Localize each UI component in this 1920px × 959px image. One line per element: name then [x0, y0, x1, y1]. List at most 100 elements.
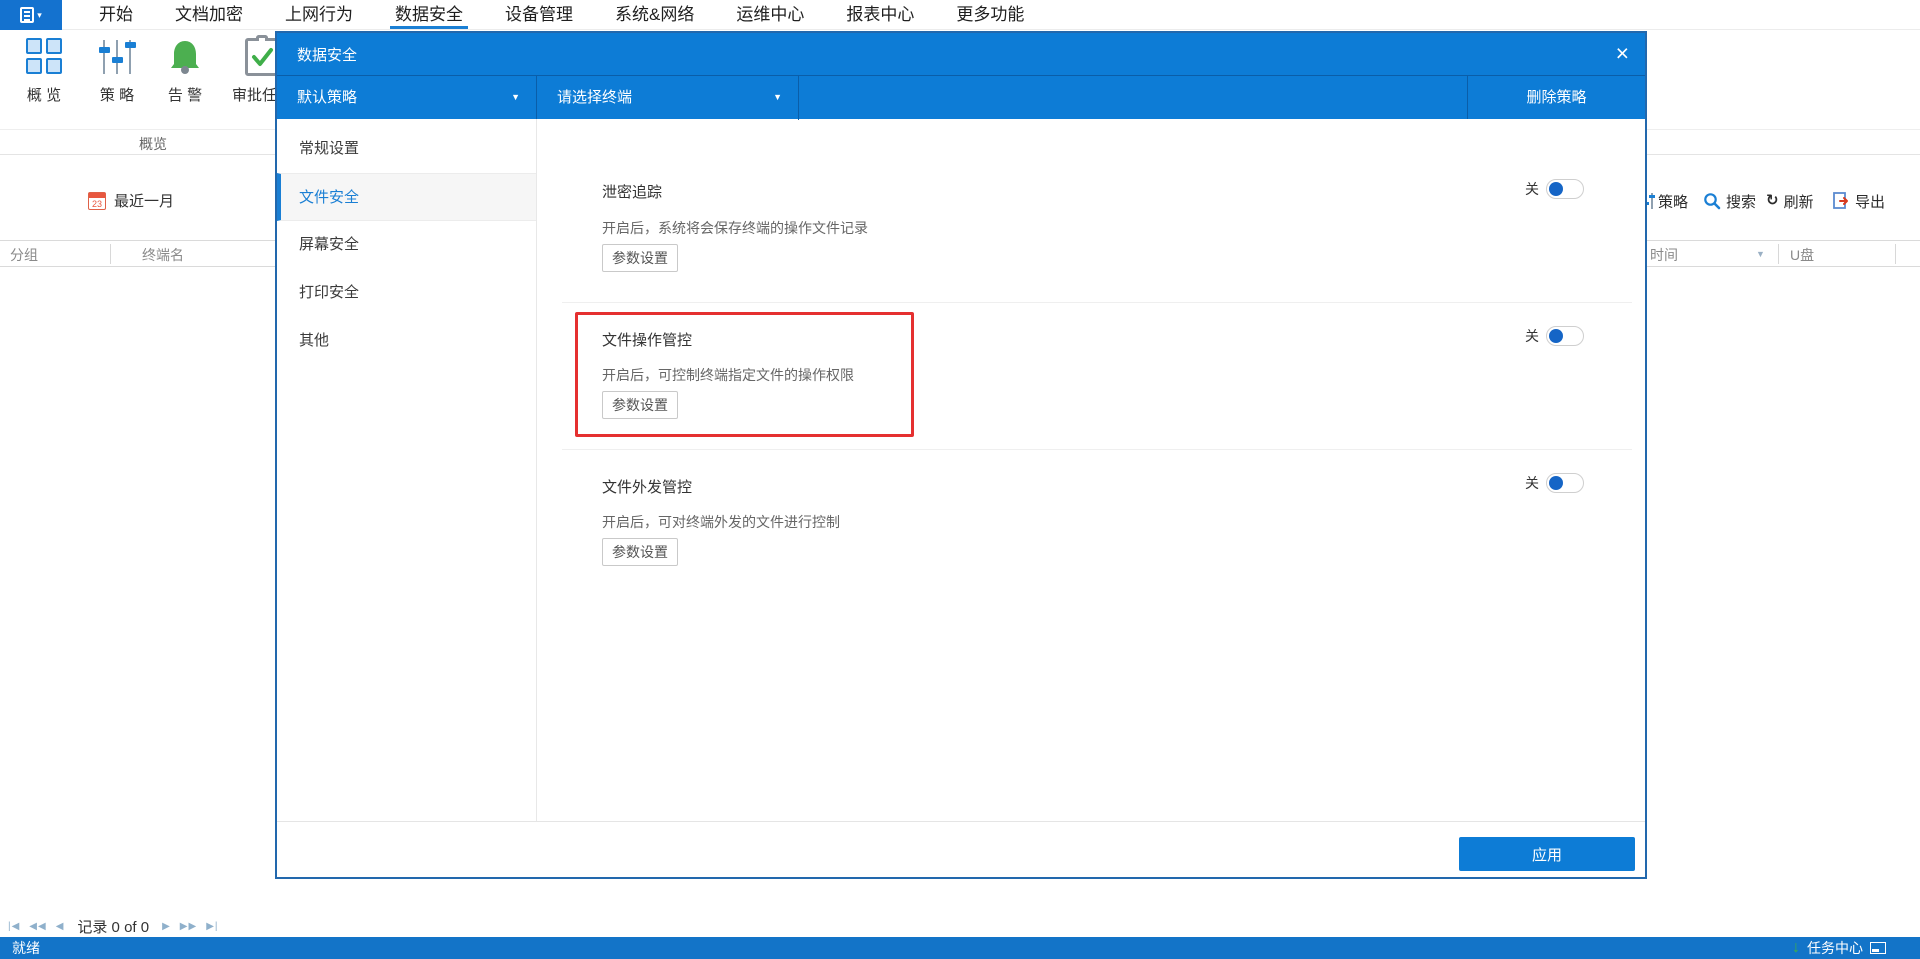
next-group-button[interactable]: ▶▶	[180, 921, 197, 932]
next-page-button[interactable]: ▶	[162, 921, 171, 932]
close-icon[interactable]: ×	[1616, 40, 1629, 66]
first-page-button[interactable]: |◀	[8, 921, 20, 932]
last-page-button[interactable]: ▶|	[206, 921, 218, 932]
section-divider	[562, 449, 1632, 450]
terminal-select-placeholder: 请选择终端	[557, 89, 632, 106]
terminal-select-dropdown[interactable]: 请选择终端 ▼	[537, 76, 799, 120]
status-bar: 就绪 ↓ 任务中心	[0, 937, 1920, 959]
tool-policy[interactable]: 策 略	[81, 36, 153, 126]
sidebar-item-print-security[interactable]: 打印安全	[277, 269, 536, 317]
policy-select-value: 默认策略	[297, 89, 357, 106]
column-divider	[1778, 244, 1779, 264]
section-leak-trace-title: 泄密追踪	[602, 181, 662, 202]
search-icon	[1703, 192, 1721, 210]
task-window-icon[interactable]	[1870, 942, 1886, 954]
file-op-param-button[interactable]: 参数设置	[602, 391, 678, 419]
section-leak-trace-toggle-wrap: 关	[1525, 179, 1584, 199]
apply-button[interactable]: 应用	[1459, 837, 1635, 871]
prev-page-button[interactable]: ◀	[56, 921, 65, 932]
menu-item-ops-center[interactable]: 运维中心	[715, 0, 825, 29]
policy-tool-label: 策略	[1658, 191, 1688, 212]
section-file-op-title: 文件操作管控	[602, 329, 692, 350]
menu-item-more[interactable]: 更多功能	[935, 0, 1045, 29]
data-security-dialog: 数据安全 × 默认策略 ▼ 请选择终端 ▼ 删除策略 常规设置 文件安全 屏幕安…	[275, 31, 1647, 879]
status-ready-text: 就绪	[12, 938, 40, 958]
policy-sliders-icon	[97, 38, 137, 78]
search-tool-label: 搜索	[1726, 191, 1756, 212]
policy-select-dropdown[interactable]: 默认策略 ▼	[277, 76, 537, 120]
leak-trace-toggle[interactable]	[1546, 179, 1584, 199]
search-tool-button[interactable]: 搜索	[1703, 189, 1756, 213]
dialog-sidebar: 常规设置 文件安全 屏幕安全 打印安全 其他	[277, 119, 537, 821]
column-divider	[110, 244, 111, 264]
section-file-out-desc: 开启后，可对终端外发的文件进行控制	[602, 512, 840, 532]
toggle-state-label: 关	[1525, 473, 1539, 493]
calendar-icon: 23	[88, 192, 106, 210]
chevron-down-icon: ▼	[511, 76, 520, 119]
section-file-out-title: 文件外发管控	[602, 476, 692, 497]
menu-item-report-center[interactable]: 报表中心	[825, 0, 935, 29]
menu-item-data-security[interactable]: 数据安全	[374, 0, 484, 29]
file-out-toggle[interactable]	[1546, 473, 1584, 493]
column-sort-caret-icon[interactable]: ▼	[1756, 249, 1765, 259]
menu-item-web-behavior[interactable]: 上网行为	[264, 0, 374, 29]
tool-overview[interactable]: 概 览	[8, 36, 80, 126]
delete-policy-button[interactable]: 删除策略	[1467, 76, 1645, 119]
column-header-terminal[interactable]: 终端名	[142, 245, 184, 265]
top-menubar: ▾ 开始 文档加密 上网行为 数据安全 设备管理 系统&网络 运维中心 报表中心…	[0, 0, 1920, 30]
refresh-tool-label: 刷新	[1784, 191, 1814, 212]
tool-alert-label: 告 警	[149, 84, 221, 105]
app-list-icon	[20, 7, 34, 23]
chevron-down-icon: ▾	[37, 11, 42, 20]
alert-bell-icon	[165, 38, 205, 78]
dialog-title: 数据安全	[297, 44, 357, 65]
tool-overview-label: 概 览	[8, 84, 80, 105]
tool-alert[interactable]: 告 警	[149, 36, 221, 126]
date-range-filter[interactable]: 23 最近一月	[88, 190, 174, 211]
pagination-bar: |◀ ◀◀ ◀ 记录 0 of 0 ▶ ▶▶ ▶|	[0, 914, 1920, 938]
sidebar-item-screen-security[interactable]: 屏幕安全	[277, 221, 536, 269]
menu-item-doc-encrypt[interactable]: 文档加密	[154, 0, 264, 29]
toggle-state-label: 关	[1525, 179, 1539, 199]
export-tool-label: 导出	[1855, 191, 1885, 212]
section-divider	[562, 302, 1632, 303]
column-header-time[interactable]: 时间	[1650, 245, 1678, 265]
column-divider	[1895, 244, 1896, 264]
app-menu-button[interactable]: ▾	[0, 0, 62, 30]
chevron-down-icon: ▼	[773, 76, 782, 119]
ribbon-group-label: 概览	[103, 134, 203, 154]
main-menu: 开始 文档加密 上网行为 数据安全 设备管理 系统&网络 运维中心 报表中心 更…	[78, 0, 1045, 29]
tool-policy-label: 策 略	[81, 84, 153, 105]
record-count: 记录 0 of 0	[77, 916, 149, 937]
download-arrow-icon: ↓	[1792, 939, 1800, 957]
refresh-tool-button[interactable]: ↻ 刷新	[1766, 189, 1814, 213]
export-file-icon	[1832, 192, 1850, 210]
task-center-button[interactable]: 任务中心	[1807, 938, 1863, 958]
column-header-usb[interactable]: U盘	[1790, 245, 1814, 265]
file-out-param-button[interactable]: 参数设置	[602, 538, 678, 566]
toggle-state-label: 关	[1525, 326, 1539, 346]
section-file-op-toggle-wrap: 关	[1525, 326, 1584, 346]
file-op-toggle[interactable]	[1546, 326, 1584, 346]
dialog-body: 常规设置 文件安全 屏幕安全 打印安全 其他 泄密追踪 关 开启后，系统将会保存…	[277, 119, 1645, 821]
date-range-label: 最近一月	[114, 190, 174, 211]
section-file-op-desc: 开启后，可控制终端指定文件的操作权限	[602, 365, 854, 385]
prev-group-button[interactable]: ◀◀	[29, 921, 46, 932]
overview-grid-icon	[24, 38, 64, 78]
export-tool-button[interactable]: 导出	[1832, 189, 1885, 213]
sidebar-item-file-security[interactable]: 文件安全	[277, 173, 536, 221]
menu-item-device-mgmt[interactable]: 设备管理	[484, 0, 594, 29]
dialog-title-bar: 数据安全 ×	[277, 33, 1645, 75]
section-leak-trace-desc: 开启后，系统将会保存终端的操作文件记录	[602, 218, 868, 238]
section-file-out-toggle-wrap: 关	[1525, 473, 1584, 493]
refresh-icon: ↻	[1766, 191, 1779, 211]
dialog-toolbar: 默认策略 ▼ 请选择终端 ▼ 删除策略	[277, 75, 1645, 119]
sidebar-item-general[interactable]: 常规设置	[277, 125, 536, 173]
menu-item-start[interactable]: 开始	[78, 0, 154, 29]
dialog-content: 泄密追踪 关 开启后，系统将会保存终端的操作文件记录 参数设置 文件操作管控 关…	[537, 119, 1645, 821]
sidebar-item-other[interactable]: 其他	[277, 317, 536, 365]
leak-trace-param-button[interactable]: 参数设置	[602, 244, 678, 272]
menu-item-system-network[interactable]: 系统&网络	[594, 0, 715, 29]
dialog-footer: 应用	[277, 821, 1645, 877]
column-header-group[interactable]: 分组	[10, 245, 38, 265]
